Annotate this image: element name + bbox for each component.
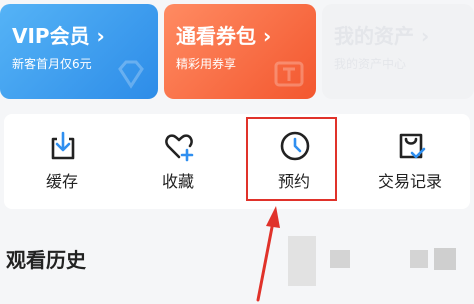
- history-thumbnail[interactable]: [288, 236, 316, 286]
- watch-history-title: 观看历史: [6, 248, 86, 272]
- history-thumbnail[interactable]: [410, 250, 428, 268]
- history-thumbnail[interactable]: [330, 250, 350, 268]
- history-thumbnail[interactable]: [434, 248, 456, 270]
